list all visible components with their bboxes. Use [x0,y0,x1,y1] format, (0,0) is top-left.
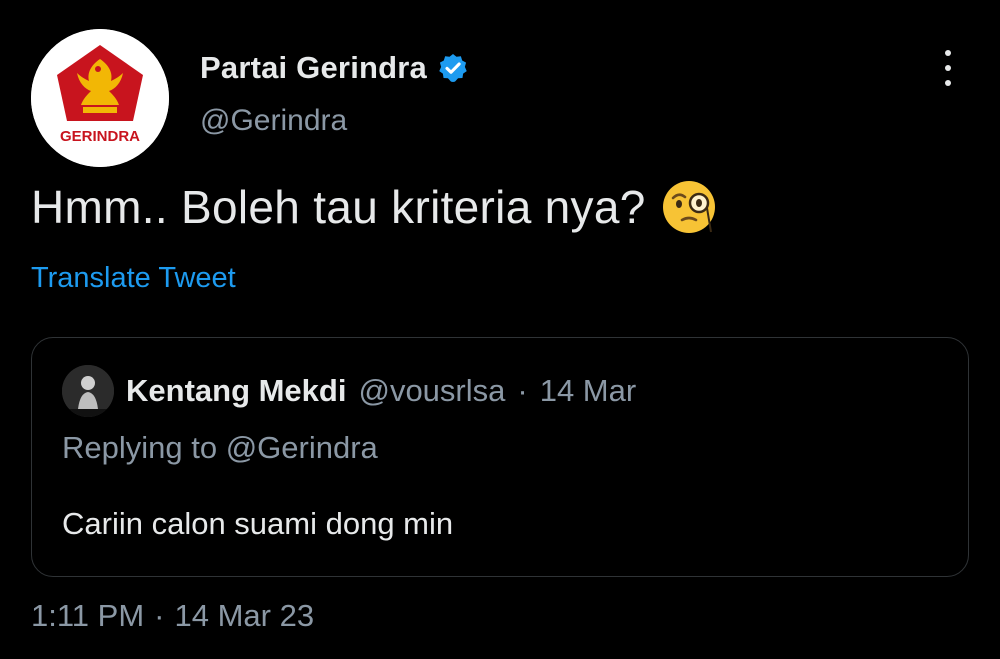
author-avatar[interactable]: GERINDRA [31,29,169,167]
quoted-tweet-header: Kentang Mekdi @vousrlsa · 14 Mar [62,364,636,418]
more-options-button[interactable] [930,48,966,88]
tweet-date: 14 Mar 23 [174,598,315,633]
quoted-author-avatar[interactable] [62,365,114,417]
timestamp-separator: · [154,598,165,633]
quoted-tweet-text: Cariin calon suami dong min [62,506,454,541]
author-display-name[interactable]: Partai Gerindra [200,50,427,86]
author-info: Partai Gerindra @Gerindra [200,46,469,138]
quoted-date[interactable]: 14 Mar [540,373,636,409]
tweet-time: 1:11 PM [31,598,145,633]
quoted-replying-to: Replying to @Gerindra [62,430,378,465]
more-dot-icon [945,80,951,86]
tweet-text-body: Hmm.. Boleh tau kriteria nya? [31,181,646,233]
tweet-container: GERINDRA Partai Gerindra @Gerindra Hmm..… [0,0,1000,659]
verified-badge-icon [437,52,469,84]
quoted-tweet-card[interactable]: Kentang Mekdi @vousrlsa · 14 Mar Replyin… [31,337,969,577]
avatar-label: GERINDRA [60,128,140,145]
quoted-author-handle[interactable]: @vousrlsa [358,373,505,409]
face-with-monocle-icon [660,178,718,236]
display-name-row: Partai Gerindra [200,46,469,90]
author-handle[interactable]: @Gerindra [200,104,469,138]
quoted-author-name[interactable]: Kentang Mekdi [126,373,346,409]
more-dot-icon [945,65,951,71]
tweet-text: Hmm.. Boleh tau kriteria nya? [31,178,718,236]
garuda-logo-icon: GERINDRA [31,29,169,167]
tweet-timestamp[interactable]: 1:11 PM · 14 Mar 23 [31,598,314,634]
quoted-separator: · [517,373,528,408]
translate-tweet-link[interactable]: Translate Tweet [31,262,236,295]
more-dot-icon [945,50,951,56]
